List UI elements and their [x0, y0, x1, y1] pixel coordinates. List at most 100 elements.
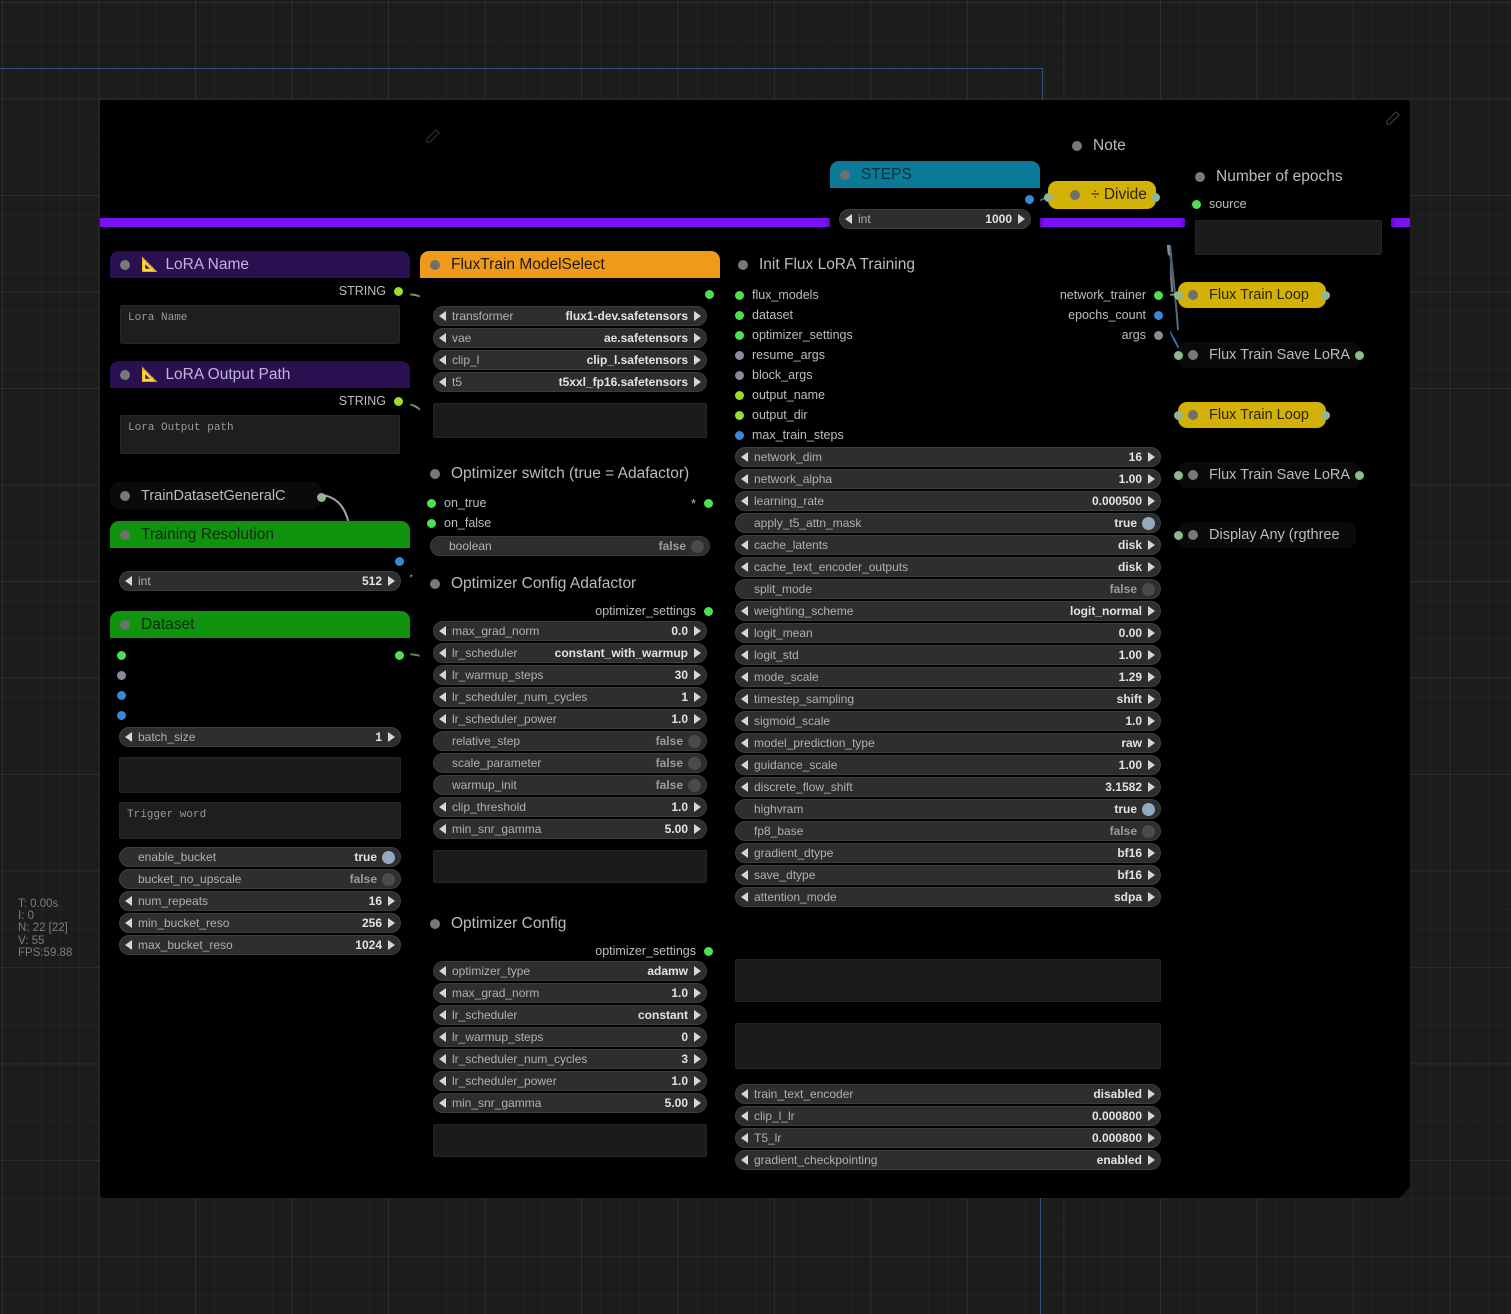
decrement-arrow-icon[interactable] — [439, 1098, 446, 1108]
lora-output-path-textarea[interactable]: Lora Output path — [120, 415, 400, 454]
increment-arrow-icon[interactable] — [1148, 628, 1155, 638]
slot-output-name[interactable]: output_name — [735, 385, 1160, 405]
decrement-arrow-icon[interactable] — [439, 966, 446, 976]
increment-arrow-icon[interactable] — [694, 333, 701, 343]
decrement-arrow-icon[interactable] — [439, 355, 446, 365]
collapse-dot-icon[interactable] — [1188, 470, 1198, 480]
collapse-dot-icon[interactable] — [430, 468, 440, 479]
node-optimizer-config-adafactor[interactable]: Optimizer Config Adafactor optimizer_set… — [420, 570, 720, 910]
widget-weighting-scheme[interactable]: weighting_scheme logit_normal — [735, 601, 1161, 621]
group-resize-handle[interactable] — [1399, 1187, 1410, 1198]
increment-arrow-icon[interactable] — [1148, 474, 1155, 484]
dataset-output-slot[interactable] — [395, 651, 404, 660]
decrement-arrow-icon[interactable] — [741, 870, 748, 880]
collapse-dot-icon[interactable] — [430, 259, 440, 270]
widget-num-repeats[interactable]: num_repeats 16 — [119, 891, 401, 911]
dataset-input-slot-1[interactable] — [117, 651, 126, 660]
increment-arrow-icon[interactable] — [1148, 1155, 1155, 1165]
widget-min-bucket-reso[interactable]: min_bucket_reso 256 — [119, 913, 401, 933]
node-divide[interactable]: ÷ Divide — [1044, 181, 1160, 209]
widget-steps-int[interactable]: int 1000 — [839, 209, 1031, 229]
collapse-dot-icon[interactable] — [1070, 190, 1080, 200]
node-flux-train-loop-0[interactable]: Flux Train Loop — [1174, 282, 1330, 308]
widget-split-mode[interactable]: split_mode false — [735, 579, 1161, 599]
widget-oc-lr-scheduler[interactable]: lr_scheduler constant — [433, 1005, 707, 1025]
node-title[interactable]: Display Any (rgthree — [1178, 522, 1356, 548]
decrement-arrow-icon[interactable] — [125, 896, 132, 906]
slot-string-output[interactable]: STRING — [120, 281, 403, 301]
collapse-dot-icon[interactable] — [430, 578, 440, 589]
decrement-arrow-icon[interactable] — [741, 496, 748, 506]
group-edit-pencil-icon[interactable] — [1386, 111, 1400, 125]
widget-ada-lr-warmup-steps[interactable]: lr_warmup_steps 30 — [433, 665, 707, 685]
widget-network-alpha[interactable]: network_alpha 1.00 — [735, 469, 1161, 489]
collapsed-input-slot[interactable] — [1174, 411, 1183, 420]
slot-dataset[interactable]: dataset — [735, 305, 793, 325]
increment-arrow-icon[interactable] — [694, 692, 701, 702]
slot-string-output[interactable]: STRING — [120, 391, 403, 411]
dataset-caption-textarea[interactable] — [119, 757, 401, 793]
decrement-arrow-icon[interactable] — [741, 738, 748, 748]
collapse-dot-icon[interactable] — [120, 619, 130, 630]
node-flux-train-save-lora-1[interactable]: Flux Train Save LoRA — [1174, 342, 1364, 368]
increment-arrow-icon[interactable] — [694, 670, 701, 680]
node-divide-title[interactable]: ÷ Divide — [1048, 181, 1156, 209]
increment-arrow-icon[interactable] — [694, 626, 701, 636]
widget-cache-text-encoder-outputs[interactable]: cache_text_encoder_outputs disk — [735, 557, 1161, 577]
decrement-arrow-icon[interactable] — [845, 214, 852, 224]
decrement-arrow-icon[interactable] — [125, 732, 132, 742]
slot-optimizer-settings-output[interactable]: optimizer_settings — [433, 943, 713, 959]
dataset-input-slot-4[interactable] — [117, 711, 126, 720]
decrement-arrow-icon[interactable] — [439, 626, 446, 636]
increment-arrow-icon[interactable] — [1148, 760, 1155, 770]
collapse-dot-icon[interactable] — [1188, 410, 1198, 420]
node-fluxtrain-modelselect-title[interactable]: FluxTrain ModelSelect — [420, 251, 720, 278]
widget-gradient-checkpointing[interactable]: gradient_checkpointing enabled — [735, 1150, 1161, 1170]
node-init-flux-lora-training-title[interactable]: Init Flux LoRA Training — [728, 251, 1170, 278]
slot-args[interactable]: args — [1122, 325, 1163, 345]
widget-bucket-no-upscale[interactable]: bucket_no_upscale false — [119, 869, 401, 889]
dataset-trigger-word-textarea[interactable]: Trigger word — [119, 802, 401, 839]
decrement-arrow-icon[interactable] — [439, 648, 446, 658]
increment-arrow-icon[interactable] — [1148, 496, 1155, 506]
toggle-icon[interactable] — [691, 539, 704, 553]
decrement-arrow-icon[interactable] — [125, 918, 132, 928]
collapse-dot-icon[interactable] — [840, 169, 850, 180]
widget-max-bucket-reso[interactable]: max_bucket_reso 1024 — [119, 935, 401, 955]
divide-input-slot[interactable] — [1044, 193, 1053, 202]
slot-any-output[interactable]: * — [691, 493, 713, 513]
increment-arrow-icon[interactable] — [694, 988, 701, 998]
increment-arrow-icon[interactable] — [694, 311, 701, 321]
decrement-arrow-icon[interactable] — [741, 606, 748, 616]
node-optimizer-config[interactable]: Optimizer Config optimizer_settings opti… — [420, 910, 720, 1185]
decrement-arrow-icon[interactable] — [741, 782, 748, 792]
increment-arrow-icon[interactable] — [694, 966, 701, 976]
increment-arrow-icon[interactable] — [1148, 606, 1155, 616]
node-flux-train-save-lora-3[interactable]: Flux Train Save LoRA — [1174, 462, 1364, 488]
increment-arrow-icon[interactable] — [694, 355, 701, 365]
widget-oc-max-grad-norm[interactable]: max_grad_norm 1.0 — [433, 983, 707, 1003]
node-lora-output-path[interactable]: 📐 LoRA Output Path STRING Lora Output pa… — [110, 361, 410, 467]
increment-arrow-icon[interactable] — [694, 714, 701, 724]
collapsed-input-slot[interactable] — [1174, 351, 1183, 360]
lora-name-textarea[interactable]: Lora Name — [120, 305, 400, 344]
node-optimizer-config-title[interactable]: Optimizer Config — [420, 910, 720, 937]
decrement-arrow-icon[interactable] — [741, 672, 748, 682]
increment-arrow-icon[interactable] — [1148, 562, 1155, 572]
increment-arrow-icon[interactable] — [1148, 694, 1155, 704]
slot-max-train-steps[interactable]: max_train_steps — [735, 425, 1160, 445]
increment-arrow-icon[interactable] — [1148, 716, 1155, 726]
widget-transformer[interactable]: transformer flux1-dev.safetensors — [433, 306, 707, 326]
widget-training-resolution-int[interactable]: int 512 — [119, 571, 401, 591]
toggle-icon[interactable] — [688, 734, 701, 748]
node-number-of-epochs-title[interactable]: Number of epochs — [1185, 163, 1391, 190]
collapse-dot-icon[interactable] — [430, 918, 440, 929]
widget-gradient-dtype[interactable]: gradient_dtype bf16 — [735, 843, 1161, 863]
widget-learning-rate[interactable]: learning_rate 0.000500 — [735, 491, 1161, 511]
increment-arrow-icon[interactable] — [694, 1032, 701, 1042]
decrement-arrow-icon[interactable] — [439, 692, 446, 702]
node-steps-title[interactable]: STEPS — [830, 161, 1040, 188]
decrement-arrow-icon[interactable] — [741, 540, 748, 550]
decrement-arrow-icon[interactable] — [741, 562, 748, 572]
decrement-arrow-icon[interactable] — [439, 670, 446, 680]
